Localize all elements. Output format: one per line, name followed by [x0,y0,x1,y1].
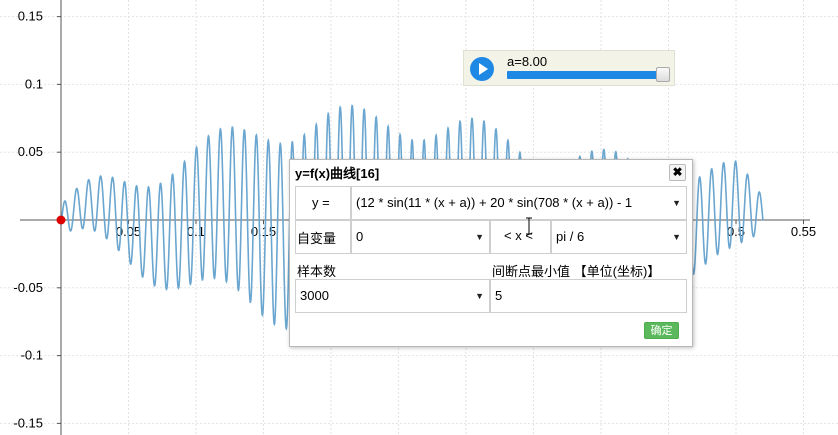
slider-value-label: a=8.00 [507,54,548,69]
y-tick-label: -0.1 [21,348,43,363]
x-max-select[interactable]: pi / 6 ▼ [551,220,687,254]
y-tick-label: 0.15 [18,9,43,24]
y-tick-label: 0.1 [25,76,43,91]
confirm-button[interactable]: 确定 [644,322,679,339]
y-tick-label: -0.15 [13,415,43,430]
break-value: 5 [495,288,503,303]
parameter-slider: a=8.00 [463,50,675,86]
close-button[interactable]: ✖ [669,164,686,181]
slider-track[interactable] [507,71,659,79]
chevron-down-icon: ▼ [672,232,681,242]
x-tick-label: 0.1 [187,224,205,239]
expression-value: (12 * sin(11 * (x + a)) + 20 * sin(708 *… [356,195,633,210]
break-label: 间断点最小值 【单位(坐标)】 [492,264,661,279]
y-label: y = [312,195,330,210]
x-min-select[interactable]: 0 ▼ [351,220,490,254]
curve-dialog: y=f(x)曲线[16] ✖ y = (12 * sin(11 * (x + a… [289,159,693,347]
x-max-value: pi / 6 [556,229,585,244]
play-button[interactable] [470,57,494,81]
y-tick-label: 0.05 [18,144,43,159]
samples-label: 样本数 [297,264,337,279]
x-min-value: 0 [356,229,364,244]
close-icon: ✖ [672,165,683,179]
expression-select[interactable]: (12 * sin(11 * (x + a)) + 20 * sin(708 *… [351,186,687,220]
origin-point[interactable] [56,215,66,225]
dialog-title: y=f(x)曲线[16] [295,166,380,181]
text-cursor-icon [526,217,532,235]
var-label: 自变量 [297,231,337,246]
chevron-down-icon: ▼ [672,198,681,208]
samples-value: 3000 [300,288,329,303]
x-tick-label: 0.15 [251,224,276,239]
break-input[interactable]: 5 [490,279,687,313]
slider-handle[interactable] [656,67,670,82]
y-tick-label: -0.05 [13,280,43,295]
x-tick-label: 0.55 [791,224,816,239]
chevron-down-icon: ▼ [475,291,484,301]
samples-select[interactable]: 3000 ▼ [295,279,490,313]
chevron-down-icon: ▼ [475,232,484,242]
play-icon [479,63,488,75]
